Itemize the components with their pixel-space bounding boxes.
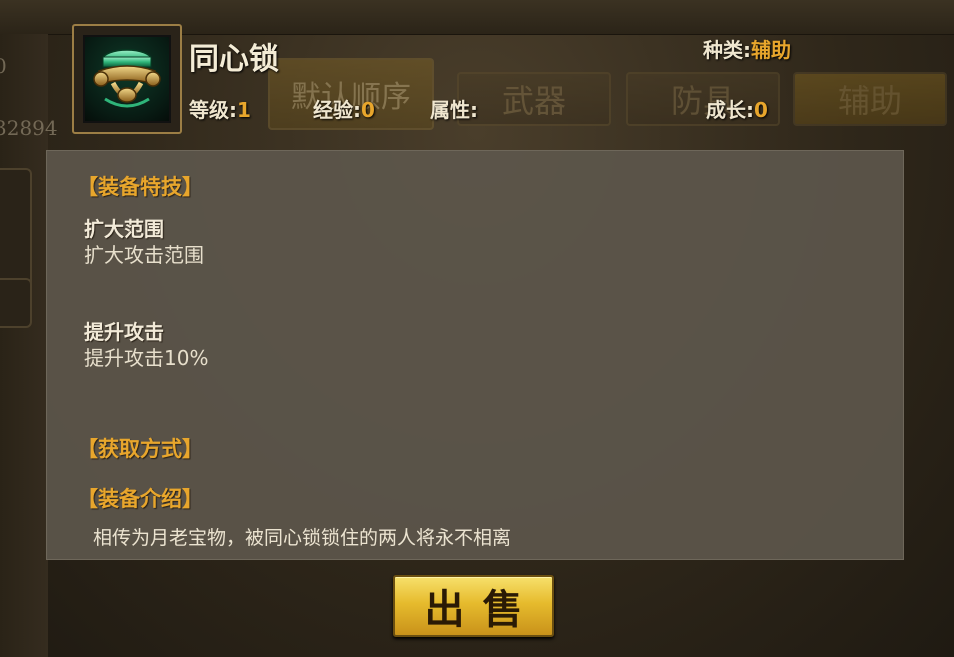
- attribute-label: 属性:: [430, 98, 478, 122]
- background-number: 0: [0, 54, 7, 78]
- kind-value: 辅助: [751, 38, 791, 62]
- background-tab-weapon: 武器: [457, 72, 611, 126]
- item-level: 等级:1: [189, 94, 251, 123]
- background-number: 32894: [0, 116, 58, 140]
- item-exp: 经验:0: [313, 94, 375, 123]
- sell-button[interactable]: 出售: [393, 575, 554, 637]
- background-left-panel: 0 32894: [0, 34, 58, 657]
- skill-description: 提升攻击10%: [84, 346, 209, 370]
- exp-label: 经验:: [313, 98, 361, 122]
- obtain-heading: 【获取方式】: [77, 437, 203, 461]
- intro-heading: 【装备介绍】: [77, 487, 203, 511]
- skill-name: 扩大范围: [84, 217, 164, 241]
- growth-value: 0: [754, 98, 768, 122]
- skill-description: 扩大攻击范围: [84, 243, 204, 267]
- growth-label: 成长:: [706, 98, 754, 122]
- kind-label: 种类:: [703, 38, 751, 62]
- item-attribute: 属性:: [430, 94, 478, 123]
- skills-heading: 【装备特技】: [77, 175, 203, 199]
- level-value: 1: [237, 98, 251, 122]
- background-left-box: [0, 278, 32, 328]
- item-details-panel: 【装备特技】 扩大范围 扩大攻击范围 提升攻击 提升攻击10% 【获取方式】 【…: [46, 150, 904, 560]
- item-kind: 种类:辅助: [703, 34, 791, 63]
- exp-value: 0: [361, 98, 375, 122]
- green-lock-amulet-icon: [83, 35, 171, 123]
- skill-name: 提升攻击: [84, 320, 164, 344]
- item-growth: 成长:0: [706, 94, 768, 123]
- intro-text: 相传为月老宝物，被同心锁锁住的两人将永不相离: [93, 527, 512, 549]
- level-label: 等级:: [189, 98, 237, 122]
- item-name: 同心锁: [189, 42, 279, 77]
- item-icon-frame: [72, 24, 182, 134]
- background-tab-accessory: 辅助: [793, 72, 947, 126]
